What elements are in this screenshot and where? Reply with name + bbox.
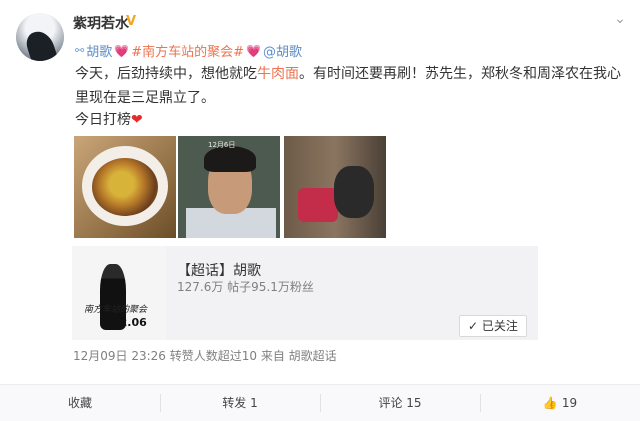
heart-icon: 💗: [245, 43, 261, 58]
red-object-shape: [298, 188, 338, 222]
topic-stats: 127.6万 帖子95.1万粉丝: [177, 280, 314, 294]
post-body-line2: 今日打榜❤: [75, 110, 143, 130]
figure-shape: [334, 166, 374, 218]
username[interactable]: 紫玥若水: [73, 13, 129, 33]
following-label: 已关注: [481, 319, 518, 333]
post-body: 今天，后劲持续中，想他就吃牛肉面。有时间还要再刷！苏先生，郑秋冬和周泽农在我心里…: [75, 62, 630, 110]
heart-icon: 💗: [114, 43, 130, 58]
heart-icon: ❤: [131, 112, 143, 128]
post-text-line2: 今日打榜: [75, 112, 131, 128]
action-bar: 收藏 转发 1 评论 15 👍 19: [0, 384, 640, 421]
repost-button[interactable]: 转发 1: [160, 385, 320, 421]
post-meta: 12月09日 23:26 转赞人数超过10 来自 胡歌超话: [73, 349, 337, 363]
post-text-part1: 今天，后劲持续中，想他就吃: [75, 66, 257, 82]
topic-thumbnail: 南方车站的聚会 12.06: [72, 246, 166, 340]
thumb-date: 12.06: [112, 316, 147, 329]
noodles-shape: [92, 158, 158, 216]
tag-link-2[interactable]: #南方车站的聚会#: [131, 45, 244, 60]
photo-beef-noodles[interactable]: [74, 136, 176, 238]
link-icon: ⚯: [75, 44, 85, 57]
tag-link-1[interactable]: 胡歌: [86, 45, 112, 60]
mention-link[interactable]: @胡歌: [263, 45, 302, 60]
topic-card[interactable]: 南方车站的聚会 12.06 【超话】胡歌 127.6万 帖子95.1万粉丝 ✓ …: [72, 246, 538, 340]
avatar[interactable]: [16, 13, 64, 61]
chevron-down-icon[interactable]: ⌄: [612, 11, 628, 27]
comment-button[interactable]: 评论 15: [320, 385, 480, 421]
following-button[interactable]: ✓ 已关注: [459, 315, 527, 337]
like-button[interactable]: 👍 19: [480, 385, 640, 421]
photo-man-eating[interactable]: 12月6日: [178, 136, 280, 238]
topic-title[interactable]: 【超话】胡歌: [177, 260, 261, 280]
weibo-post-card: 紫玥若水 V ⌄ ⚯ 胡歌 💗 #南方车站的聚会# 💗 @胡歌 今天，后劲持续中，想他就吃…: [0, 0, 640, 421]
photo-film-scene[interactable]: [284, 136, 386, 238]
photo-sign-text: 12月6日: [208, 141, 236, 149]
post-text-highlight[interactable]: 牛肉面: [257, 66, 299, 82]
favorite-button[interactable]: 收藏: [0, 385, 160, 421]
avatar-silhouette: [23, 27, 59, 61]
thumbs-up-icon: 👍: [542, 396, 558, 410]
tag-line: ⚯ 胡歌 💗 #南方车站的聚会# 💗 @胡歌: [75, 41, 302, 61]
check-icon: ✓: [468, 319, 482, 333]
thumb-script: 南方车站的聚会: [84, 305, 148, 315]
v-badge-icon: V: [125, 14, 137, 29]
like-count: 19: [561, 396, 578, 410]
